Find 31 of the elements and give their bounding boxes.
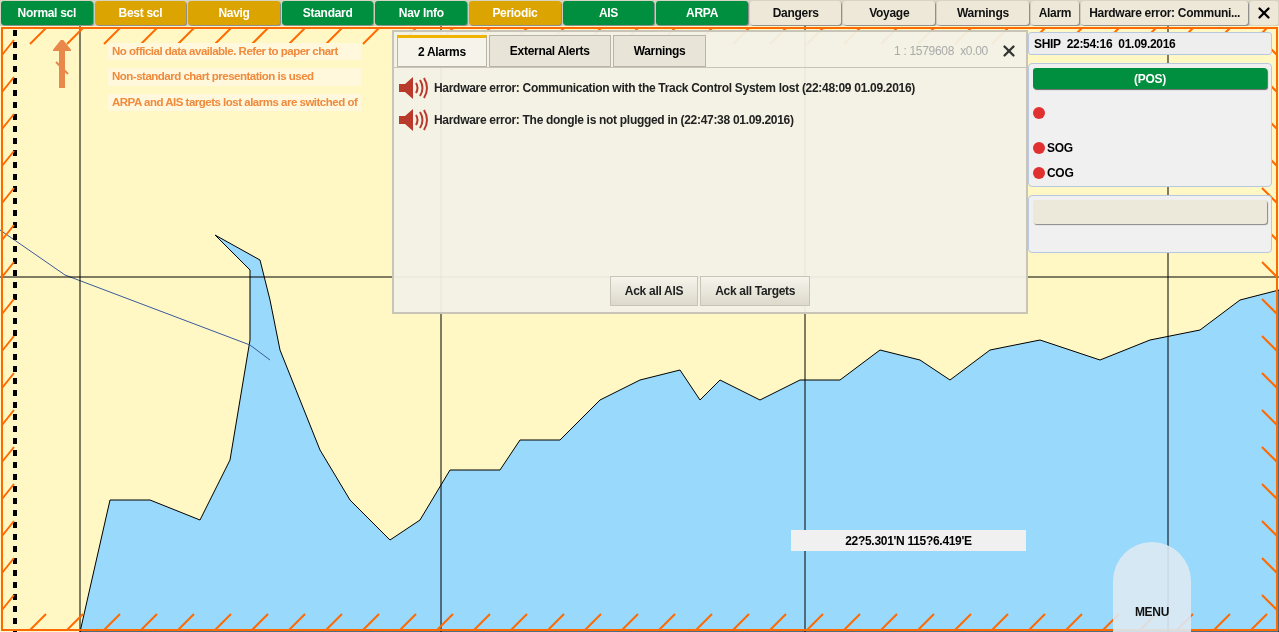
speaker-icon — [398, 108, 430, 132]
toolbar-button[interactable]: Nav Info — [375, 1, 468, 25]
speaker-icon — [398, 76, 430, 100]
toolbar-button[interactable]: Normal scl — [1, 1, 93, 25]
ack-button[interactable]: Ack all Targets — [700, 276, 811, 306]
sensor-label: SOG — [1047, 139, 1073, 157]
toolbar-button[interactable]: Warnings — [937, 1, 1029, 25]
ack-button[interactable]: Ack all AIS — [609, 276, 699, 306]
sensor-label: COG — [1047, 164, 1074, 182]
ship-time-header: SHIP 22:54:16 01.09.2016 — [1028, 32, 1272, 55]
cursor-coordinates: 22?5.301'N 115?6.419'E — [791, 530, 1026, 551]
alarm-tab[interactable]: 2 Alarms — [397, 35, 487, 67]
alarm-tab[interactable]: External Alerts — [488, 35, 611, 67]
north-arrow-icon — [53, 40, 71, 88]
toolbar-button[interactable]: Voyage — [843, 1, 936, 25]
toolbar-button[interactable]: Hardware error: Communi... — [1081, 1, 1249, 25]
alarm-message: Hardware error: Communication with the Track Control System lost (22:48:09 01.09.2016) — [434, 80, 916, 97]
toolbar-button[interactable]: Dangers — [749, 1, 842, 25]
alarm-tab[interactable]: Warnings — [612, 35, 707, 67]
toolbar-button[interactable]: ARPA — [656, 1, 748, 25]
toolbar-button[interactable]: Alarm — [1030, 1, 1080, 25]
menu-button[interactable]: MENU — [1113, 542, 1191, 632]
position-button[interactable]: (POS) — [1033, 68, 1267, 89]
chart-notice: No official data available. Refer to paper chart — [108, 43, 362, 61]
close-icon[interactable] — [1000, 42, 1018, 60]
chart-scale: 1 : 1579608 x0.00 — [893, 43, 988, 60]
alarm-message: Hardware error: The dongle is not plugged in (22:47:38 01.09.2016) — [434, 112, 794, 129]
close-button[interactable] — [1250, 1, 1278, 25]
toolbar-button[interactable]: AIS — [562, 1, 655, 25]
chart-notice: Non-standard chart presentation is used — [108, 68, 362, 86]
toolbar-button[interactable]: Standard — [281, 1, 374, 25]
